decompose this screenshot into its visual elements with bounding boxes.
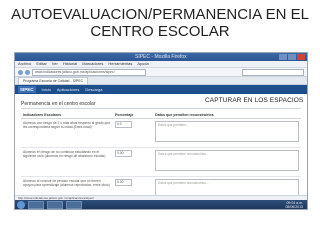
taskbar-item[interactable] [47,200,63,209]
back-button[interactable] [18,69,23,75]
forward-button[interactable] [25,69,30,75]
column-header-indicators: Indicadores Escolares [21,111,113,119]
window-title: SIPEC - Mozilla Firefox [135,54,187,60]
menu-item-view[interactable]: Ver [52,61,58,67]
indicator-text: Alumnos con riesgo de 2 o más años respe… [21,118,113,148]
indicators-table: Indicadores Escolares Porcentaje Datos q… [21,111,301,206]
percent-input[interactable]: 0.00 [115,150,132,157]
clock-time: 09:04 a.m. [286,200,303,205]
menu-item-history[interactable]: Historial [63,61,77,67]
browser-screenshot: SIPEC - Mozilla Firefox Archivo Editar V… [14,52,308,210]
percent-cell: 0.00 [113,147,153,177]
taskbar-item[interactable] [28,200,44,209]
menu-bar: Archivo Editar Ver Historial Marcadores … [15,61,307,68]
table-row: Alumnos en riesgo de no continuar estudi… [21,147,301,177]
menu-item-tools[interactable]: Herramientas [108,61,132,67]
column-header-data: Datos que permiten reconstruirlos [153,111,301,119]
close-button[interactable] [297,54,305,60]
window-controls [279,54,305,60]
taskbar-item[interactable] [66,200,82,209]
capture-callout: CAPTURAR EN LOS ESPACIOS [205,97,304,104]
divider [21,108,301,109]
clock-date: 08/06/2013 [285,204,303,209]
data-cell: Datos que permiten reconstruirlos... [153,147,301,177]
table-row: Alumnos con riesgo de 2 o más años respe… [21,118,301,148]
browser-tab[interactable]: Programa Escuela de Calidad - SIPEC [18,77,89,84]
tab-strip: Programa Escuela de Calidad - SIPEC [15,77,307,85]
start-button[interactable] [17,200,25,209]
taskbar: 09:04 a.m. 08/06/2013 [15,200,307,209]
slide-title-line-1: AUTOEVALUACION/PERMANENCIA EN EL [11,6,309,23]
app-logo: SIPEC [18,86,36,93]
percent-cell: 0.0 [113,118,153,148]
data-textarea[interactable]: Datos que permiten reconstruirlos... [155,150,299,171]
table-header-row: Indicadores Escolares Porcentaje Datos q… [21,111,301,119]
percent-input[interactable]: 0.0 [115,121,132,128]
search-box[interactable] [242,68,304,76]
indicator-text: Alumnos en riesgo de no continuar estudi… [21,147,113,177]
nav-item-downloads[interactable]: Descarga [85,85,102,94]
slide-title-line-2: CENTRO ESCOLAR [90,23,230,40]
app-header: SIPEC Inicio Aplicaciones Descarga [15,85,307,94]
menu-item-bookmarks[interactable]: Marcadores [82,61,103,67]
address-bar[interactable]: www.indicadores.jalisco.gob.mx/aplicacio… [32,68,146,76]
menu-item-edit[interactable]: Editar [36,61,46,67]
nav-item-home[interactable]: Inicio [42,85,51,94]
minimize-button[interactable] [279,54,287,60]
percent-input[interactable]: 0.00 [115,179,132,186]
slide-title: AUTOEVALUACION/PERMANENCIA EN EL CENTRO … [0,6,320,40]
window-titlebar: SIPEC - Mozilla Firefox [15,53,307,61]
data-textarea[interactable]: Datos que permiten... [155,121,299,142]
column-header-percent: Porcentaje [113,111,153,119]
data-cell: Datos que permiten... [153,118,301,148]
maximize-button[interactable] [288,54,296,60]
menu-item-file[interactable]: Archivo [18,61,31,67]
menu-item-help[interactable]: Ayuda [137,61,148,67]
nav-item-applications[interactable]: Aplicaciones [57,85,79,94]
system-tray-clock: 09:04 a.m. 08/06/2013 [285,201,303,209]
navigation-bar: www.indicadores.jalisco.gob.mx/aplicacio… [15,68,307,77]
page-title: Permanencia en el centro escolar [21,101,96,107]
page-content: Permanencia en el centro escolar CAPTURA… [15,94,307,206]
